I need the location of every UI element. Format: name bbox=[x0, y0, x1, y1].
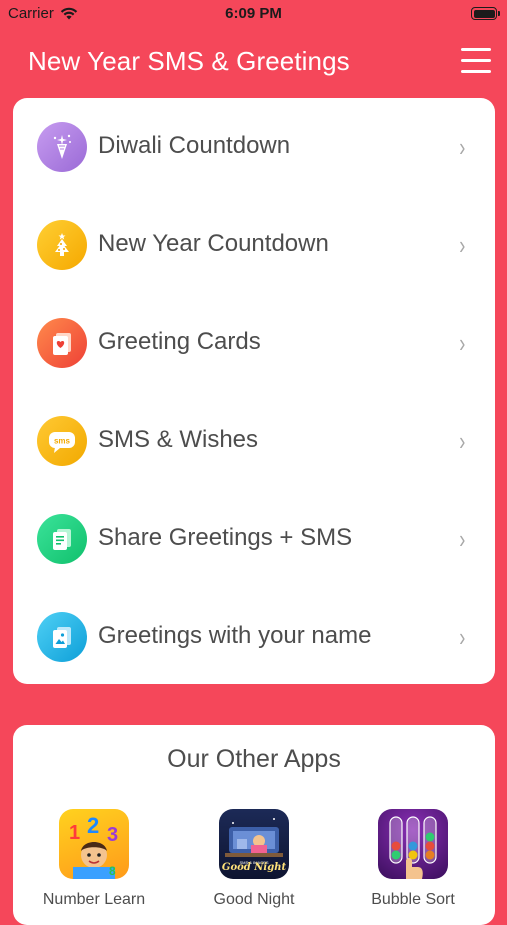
main-menu-card: Diwali Countdown › New Year Countdown › … bbox=[13, 98, 495, 684]
good-night-logo-text: Good Night bbox=[221, 862, 287, 873]
menu-item-label: SMS & Wishes bbox=[98, 426, 259, 453]
chevron-right-icon: › bbox=[459, 524, 466, 554]
numbers-app-icon: 1 2 3 8 bbox=[59, 809, 129, 879]
menu-item-share-greetings-sms[interactable]: Share Greetings + SMS › bbox=[13, 490, 495, 588]
other-apps-card: Our Other Apps 1 2 3 8 Number Learn SMS … bbox=[13, 725, 495, 925]
menu-item-greetings-with-name[interactable]: Greetings with your name › bbox=[13, 588, 495, 686]
app-name: Bubble Sort bbox=[371, 891, 455, 908]
hamburger-line-icon bbox=[461, 48, 491, 51]
hamburger-menu-button[interactable] bbox=[461, 48, 491, 76]
battery-icon bbox=[471, 7, 500, 20]
status-bar: Carrier 6:09 PM bbox=[0, 0, 507, 28]
svg-text:8: 8 bbox=[109, 864, 116, 878]
other-apps-title: Our Other Apps bbox=[167, 745, 341, 773]
svg-text:2: 2 bbox=[87, 813, 99, 838]
photo-card-icon bbox=[37, 612, 87, 662]
menu-item-label: Share Greetings + SMS bbox=[98, 524, 353, 551]
sparkle-cone-icon bbox=[37, 122, 87, 172]
chevron-right-icon: › bbox=[459, 328, 466, 358]
menu-item-new-year-countdown[interactable]: New Year Countdown › bbox=[13, 196, 495, 294]
menu-item-label: New Year Countdown bbox=[98, 230, 329, 257]
chevron-right-icon: › bbox=[459, 426, 466, 456]
good-night-app-icon: SMS & IMAGES Good Night bbox=[219, 809, 289, 879]
menu-item-label: Greetings with your name bbox=[98, 622, 372, 649]
app-tile-bubble-sort[interactable]: Bubble Sort bbox=[348, 809, 478, 909]
app-tile-good-night[interactable]: SMS & IMAGES Good Night Good Night bbox=[189, 809, 319, 909]
hamburger-line-icon bbox=[461, 59, 491, 62]
svg-text:1: 1 bbox=[69, 822, 80, 844]
christmas-tree-icon bbox=[37, 220, 87, 270]
hamburger-line-icon bbox=[461, 70, 491, 73]
chevron-right-icon: › bbox=[459, 622, 466, 652]
svg-text:sms: sms bbox=[54, 437, 71, 446]
menu-item-label: Diwali Countdown bbox=[98, 132, 291, 159]
share-cards-icon bbox=[37, 514, 87, 564]
menu-item-diwali-countdown[interactable]: Diwali Countdown › bbox=[13, 98, 495, 196]
menu-item-sms-wishes[interactable]: sms SMS & Wishes › bbox=[13, 392, 495, 490]
page-title: New Year SMS & Greetings bbox=[28, 46, 350, 76]
chevron-right-icon: › bbox=[459, 132, 466, 162]
battery-level bbox=[473, 9, 495, 18]
status-time: 6:09 PM bbox=[225, 5, 282, 22]
menu-item-greeting-cards[interactable]: Greeting Cards › bbox=[13, 294, 495, 392]
sms-bubble-icon: sms bbox=[37, 416, 87, 466]
app-name: Good Night bbox=[213, 891, 295, 908]
bubble-sort-app-icon bbox=[378, 809, 448, 879]
chevron-right-icon: › bbox=[459, 230, 466, 260]
svg-text:3: 3 bbox=[107, 824, 118, 846]
app-name: Number Learn bbox=[42, 891, 146, 908]
menu-item-label: Greeting Cards bbox=[98, 328, 261, 355]
greeting-card-icon bbox=[37, 318, 87, 368]
app-tile-number-learn[interactable]: 1 2 3 8 Number Learn bbox=[29, 809, 159, 909]
